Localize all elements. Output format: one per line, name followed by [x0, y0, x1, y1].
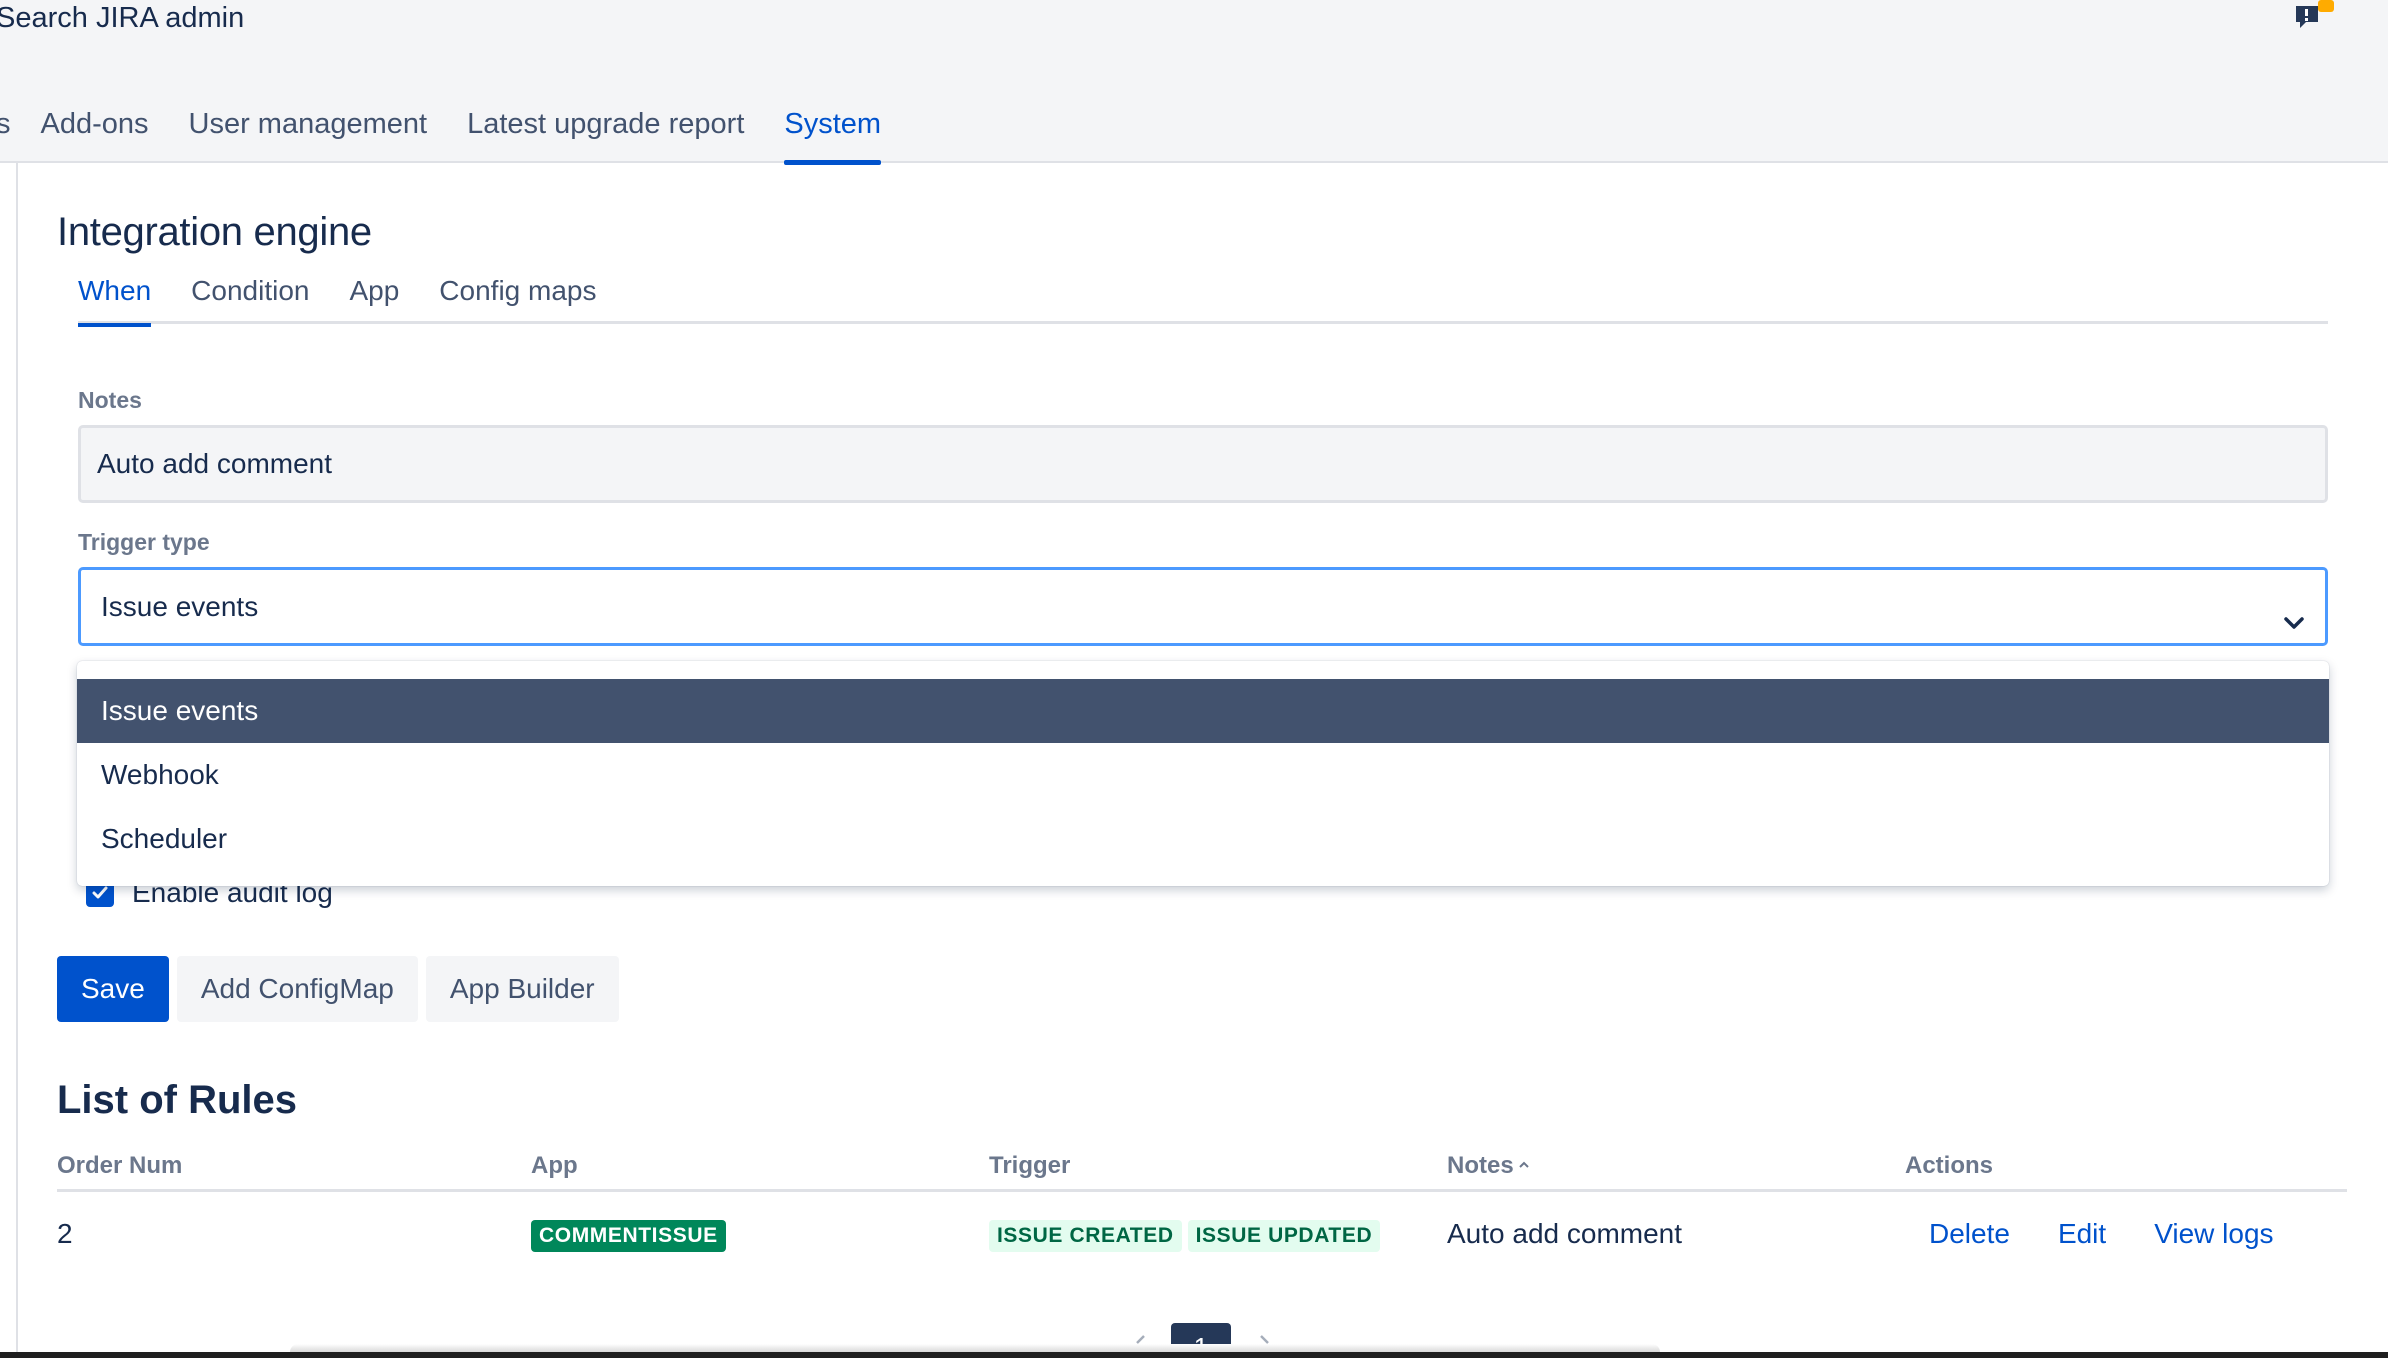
chevron-down-icon[interactable]	[2279, 592, 2309, 629]
cell-actions: Delete Edit View logs	[1905, 1218, 2347, 1250]
table-row: 2 COMMENTISSUE ISSUE CREATED ISSUE UPDATE…	[57, 1192, 2347, 1276]
sort-ascending-icon	[1518, 1152, 1530, 1180]
sidebar-divider	[16, 163, 18, 1358]
page-title: Integration engine	[57, 210, 372, 254]
form-actions: Save Add ConfigMap App Builder	[57, 956, 627, 1022]
bottom-overlay	[290, 1344, 1660, 1352]
column-header-trigger[interactable]: Trigger	[989, 1148, 1447, 1189]
cell-order: 2	[57, 1218, 73, 1249]
tab-latest-upgrade-report[interactable]: Latest upgrade report	[467, 108, 744, 163]
column-header-order[interactable]: Order Num	[57, 1148, 531, 1189]
column-header-notes[interactable]: Notes	[1447, 1148, 1905, 1189]
edit-link[interactable]: Edit	[2058, 1218, 2106, 1249]
tab-user-management[interactable]: User management	[189, 108, 428, 163]
feedback-megaphone-icon[interactable]	[2294, 0, 2338, 36]
admin-nav-tabs: s Add-ons User management Latest upgrade…	[0, 108, 921, 165]
view-logs-link[interactable]: View logs	[2154, 1218, 2273, 1249]
rules-section-title: List of Rules	[57, 1078, 298, 1122]
option-webhook[interactable]: Webhook	[77, 743, 2329, 807]
rules-table: Order Num App Trigger Notes Actions 2 CO…	[57, 1148, 2347, 1276]
trigger-lozenge: ISSUE UPDATED	[1187, 1219, 1381, 1252]
option-issue-events[interactable]: Issue events	[77, 679, 2329, 743]
cell-app: COMMENTISSUE	[531, 1217, 989, 1252]
notes-label: Notes	[78, 387, 142, 413]
option-scheduler[interactable]: Scheduler	[77, 807, 2329, 871]
trigger-lozenge: ISSUE CREATED	[989, 1219, 1182, 1252]
app-builder-button[interactable]: App Builder	[425, 956, 619, 1022]
tab-app[interactable]: App	[349, 275, 399, 324]
tab-condition[interactable]: Condition	[191, 275, 309, 324]
rule-editor-tabs: When Condition App Config maps	[78, 275, 2328, 327]
add-configmap-button[interactable]: Add ConfigMap	[176, 956, 418, 1022]
admin-header: Search JIRA admin s Add-ons User managem…	[0, 0, 2388, 165]
tab-when[interactable]: When	[78, 275, 152, 327]
column-header-app[interactable]: App	[531, 1148, 989, 1189]
tab-add-ons[interactable]: Add-ons	[41, 108, 149, 163]
column-header-actions: Actions	[1905, 1152, 1994, 1179]
trigger-type-dropdown: Issue events Webhook Scheduler	[77, 661, 2329, 886]
column-header-notes-label: Notes	[1447, 1152, 1514, 1179]
admin-search-input[interactable]: Search JIRA admin	[0, 2, 244, 35]
trigger-type-label: Trigger type	[78, 529, 210, 555]
tab-config-maps[interactable]: Config maps	[439, 275, 596, 324]
cell-trigger: ISSUE CREATED ISSUE UPDATED	[989, 1217, 1447, 1252]
tab-truncated[interactable]: s	[0, 108, 11, 163]
trigger-type-select[interactable]: Issue events	[78, 567, 2328, 646]
cell-notes: Auto add comment	[1447, 1218, 1683, 1249]
app-lozenge: COMMENTISSUE	[531, 1219, 726, 1252]
delete-link[interactable]: Delete	[1929, 1218, 2010, 1249]
trigger-type-value: Issue events	[101, 591, 259, 622]
tab-system[interactable]: System	[784, 108, 881, 165]
screen-edge	[0, 1352, 2388, 1358]
notes-field[interactable]: Auto add comment	[78, 425, 2328, 503]
save-button[interactable]: Save	[57, 956, 169, 1022]
table-header: Order Num App Trigger Notes Actions	[57, 1148, 2347, 1192]
